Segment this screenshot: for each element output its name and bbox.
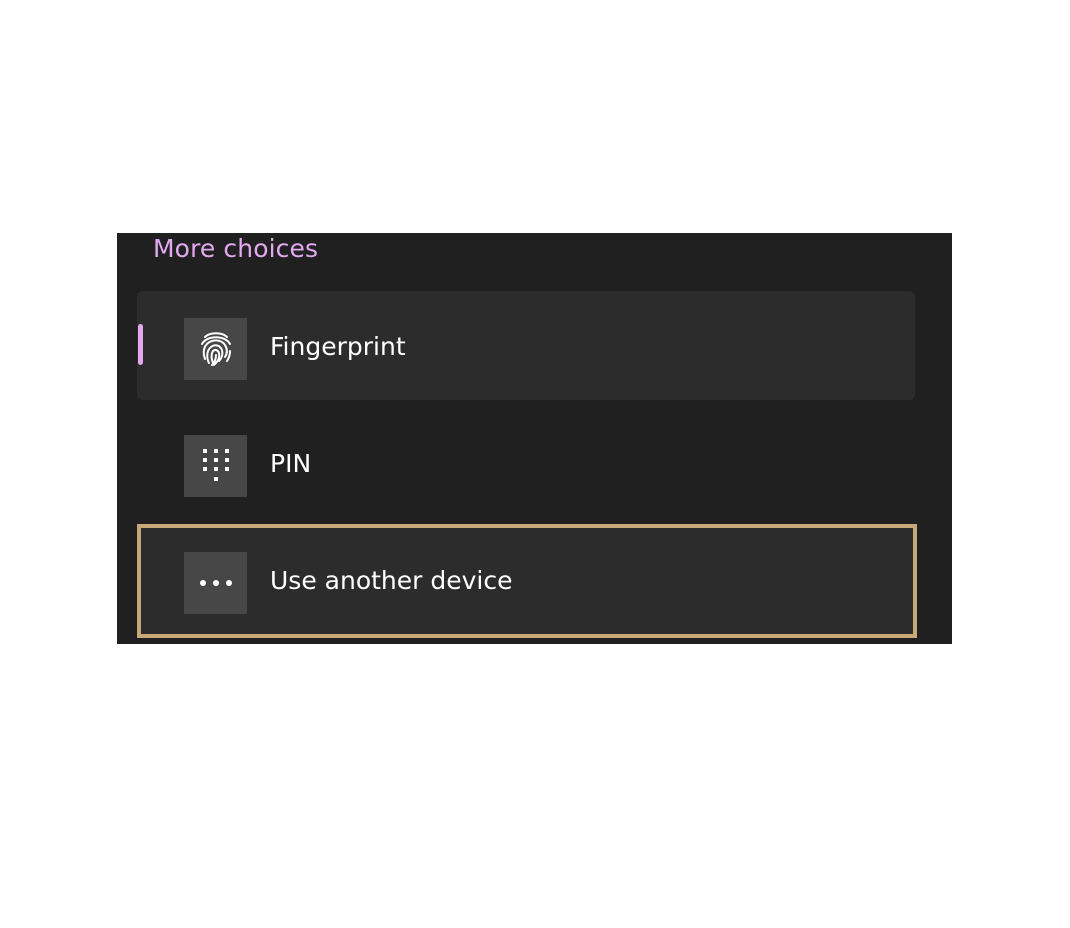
fingerprint-icon (184, 318, 247, 380)
keypad-icon (184, 435, 247, 497)
more-choices-heading: More choices (153, 234, 319, 263)
option-use-another-device[interactable]: Use another device (137, 524, 917, 638)
selected-indicator (138, 324, 143, 365)
option-label-use-another-device: Use another device (270, 566, 513, 595)
option-label-pin: PIN (270, 449, 312, 478)
option-label-fingerprint: Fingerprint (270, 332, 406, 361)
option-fingerprint[interactable]: Fingerprint (137, 291, 915, 400)
more-icon (184, 552, 247, 614)
sign-in-options-panel: More choices Fingerprint PIN Use another… (117, 233, 952, 644)
option-pin[interactable]: PIN (137, 408, 915, 517)
